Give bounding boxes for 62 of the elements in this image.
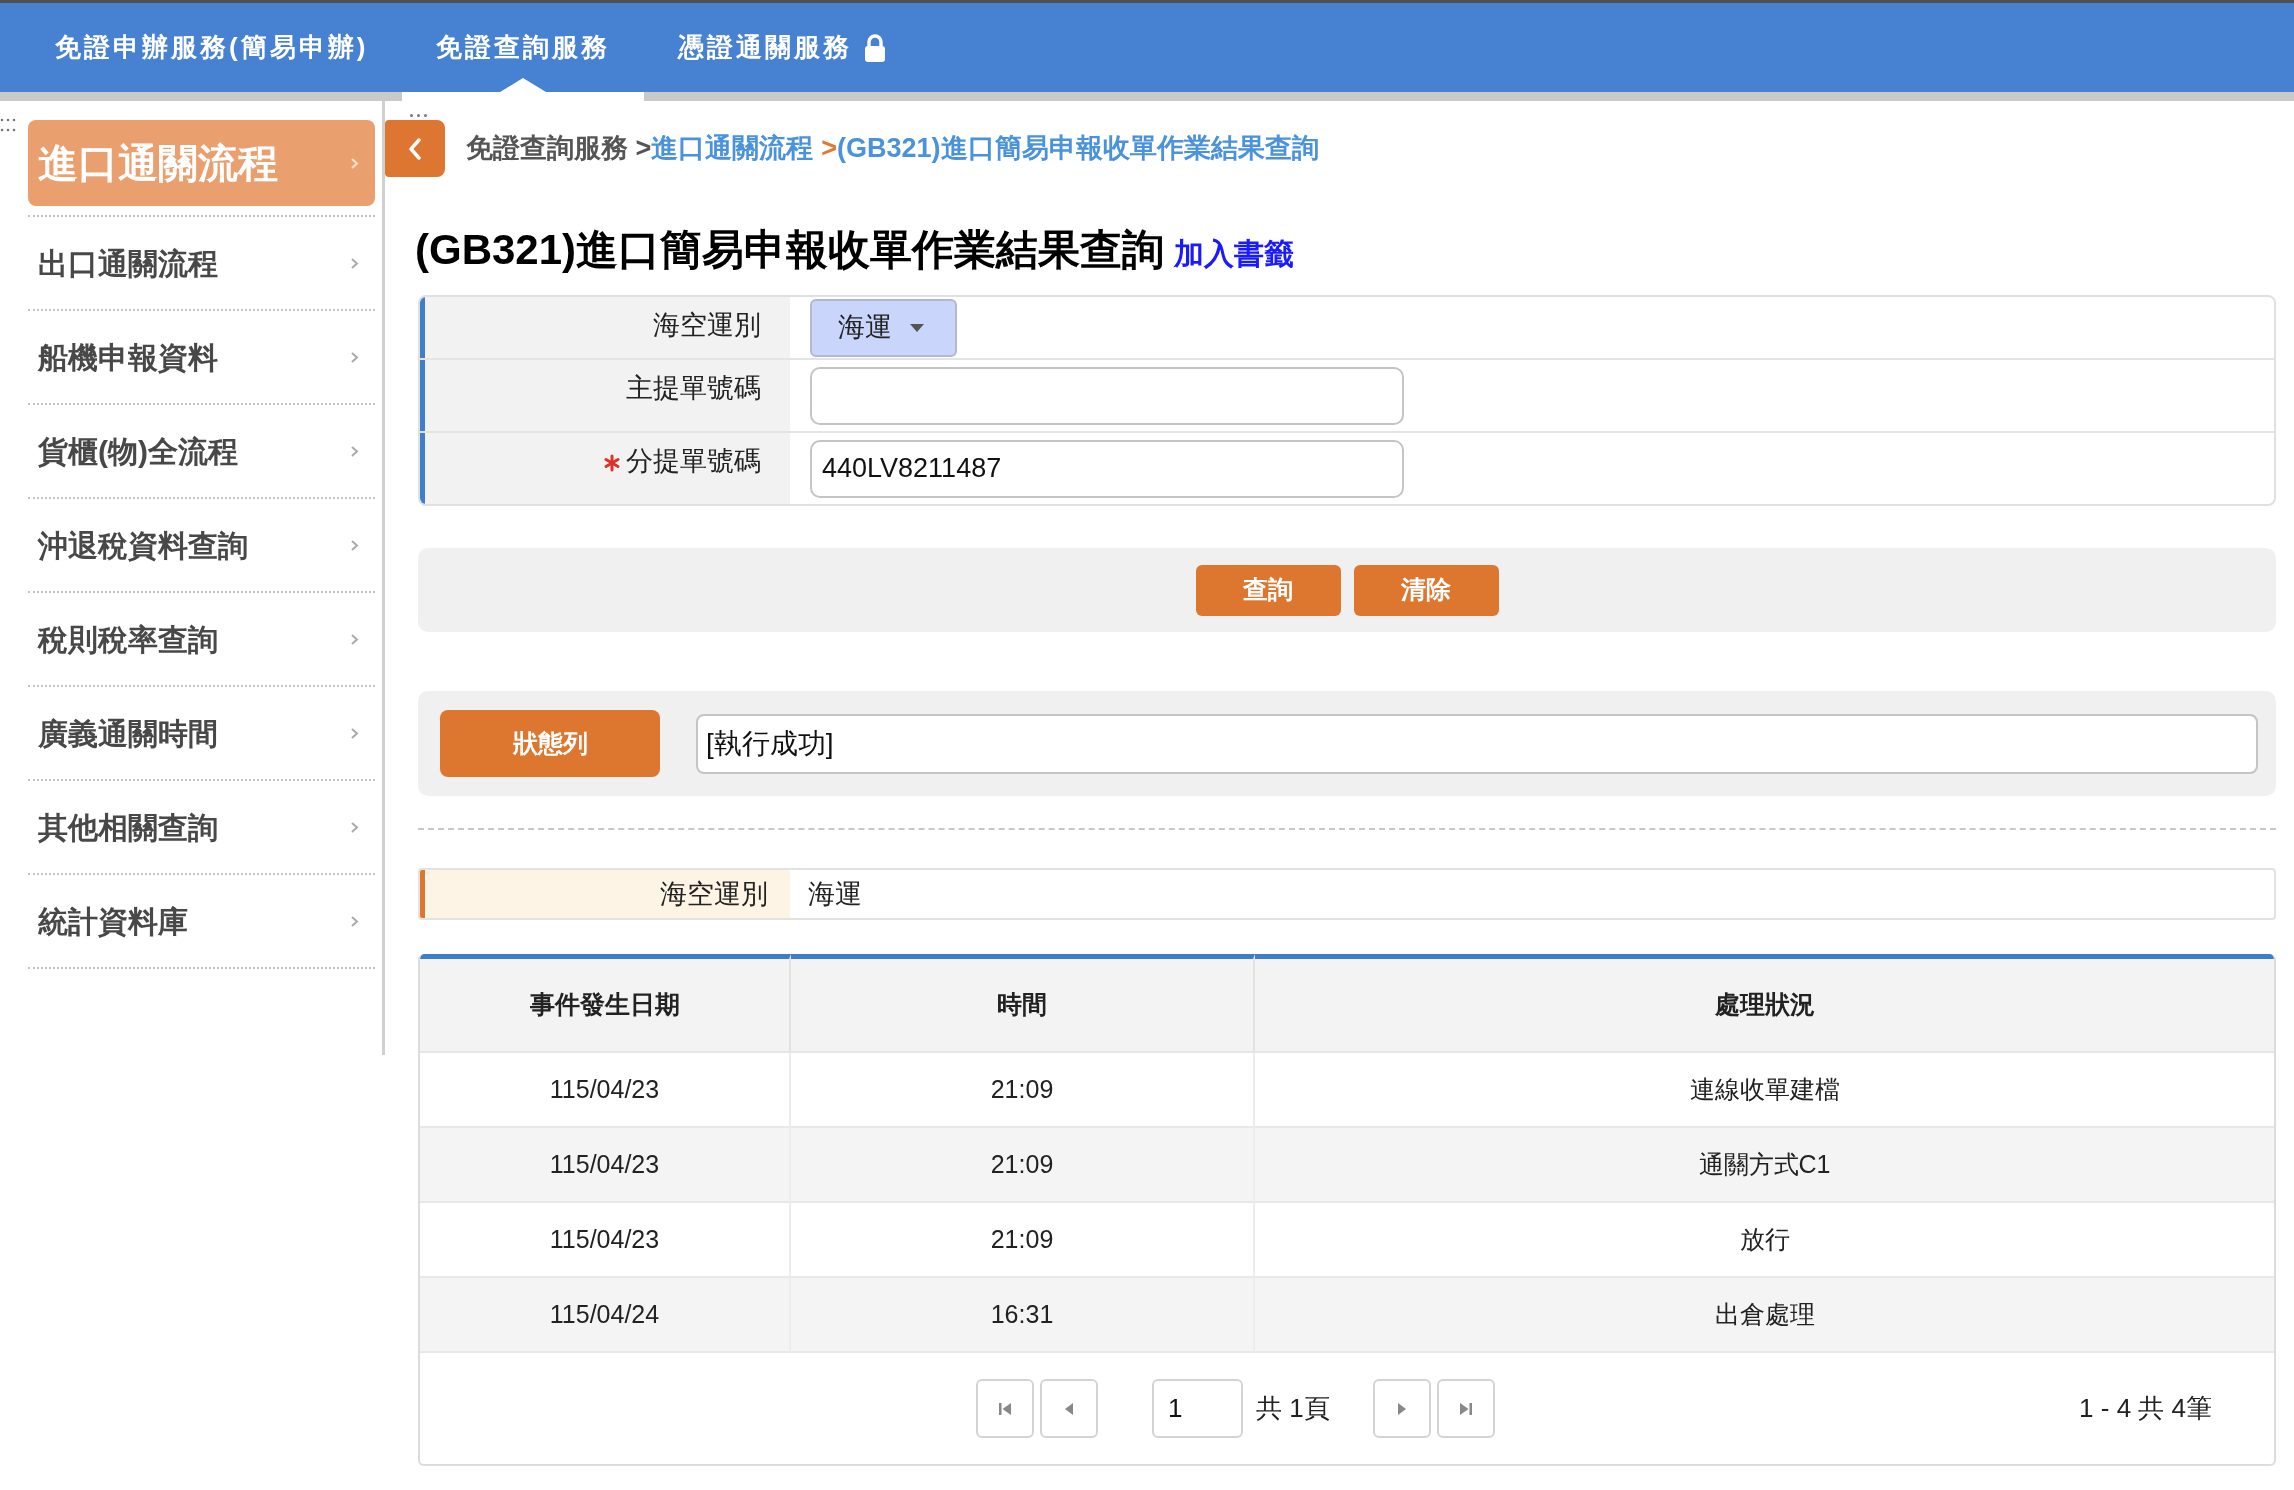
drag-handle-icon[interactable] <box>0 118 16 132</box>
back-button[interactable] <box>385 120 445 177</box>
chevron-right-icon <box>350 444 359 458</box>
chevron-right-icon <box>350 350 359 364</box>
record-count-text: 1 - 4 共 4筆 <box>2079 1392 2212 1425</box>
table-cell: 21:09 <box>791 1128 1255 1203</box>
field-label: 主提單號碼 <box>626 372 761 405</box>
table-cell: 115/04/23 <box>420 1053 791 1128</box>
first-page-icon <box>998 1401 1012 1416</box>
table-cell: 115/04/23 <box>420 1128 791 1203</box>
sidebar-item[interactable]: 出口通關流程 <box>28 217 375 309</box>
nav-tab[interactable]: 免證查詢服務 <box>402 3 645 101</box>
page-number-field[interactable]: 1 <box>1152 1379 1243 1438</box>
sidebar-item[interactable]: 統計資料庫 <box>28 875 375 967</box>
bookmark-link[interactable]: 加入書籤 <box>1174 231 1295 276</box>
chevron-right-icon <box>350 156 359 170</box>
drag-handle-icon[interactable] <box>409 113 428 118</box>
nav-tab[interactable]: 憑證通關服務 <box>644 3 921 101</box>
breadcrumb-separator: > <box>821 132 838 166</box>
select-dropdown[interactable]: 海運 <box>810 298 957 357</box>
sidebar-item[interactable]: 稅則稅率查詢 <box>28 593 375 685</box>
field-label: 海空運別 <box>653 309 761 342</box>
breadcrumb-text: 免證查詢服務 > <box>466 132 652 166</box>
text-input-field[interactable]: 440LV8211487 <box>810 439 1404 498</box>
table-cell: 115/04/24 <box>420 1278 791 1353</box>
field-value: 海運 <box>808 877 862 911</box>
lock-icon <box>864 33 887 62</box>
chevron-right-icon <box>350 256 359 270</box>
chevron-right-icon <box>350 538 359 552</box>
chevron-right-icon <box>350 914 359 928</box>
status-field[interactable]: [執行成功] <box>696 713 2258 774</box>
field-label: 分提單號碼 <box>626 445 761 478</box>
nav-tab[interactable]: 免證申辦服務(簡易申辦) <box>21 3 403 101</box>
previous-page-button[interactable] <box>1040 1379 1098 1438</box>
tab-pointer-icon <box>500 78 547 92</box>
table-cell: 16:31 <box>791 1278 1255 1353</box>
page-title: (GB321)進口簡易申報收單作業結果查詢 <box>415 225 1165 275</box>
last-page-button[interactable] <box>1436 1379 1495 1438</box>
sidebar-item[interactable]: 貨櫃(物)全流程 <box>28 405 375 497</box>
column-header[interactable]: 處理狀況 <box>1255 954 2274 1053</box>
table-cell: 通關方式C1 <box>1255 1128 2274 1203</box>
table-cell: 21:09 <box>791 1203 1255 1278</box>
sidebar-item[interactable]: 沖退稅資料查詢 <box>28 499 375 591</box>
page-count-text: 共 1頁 <box>1256 1392 1330 1425</box>
caret-down-icon <box>910 323 924 332</box>
column-header[interactable]: 時間 <box>791 954 1255 1053</box>
first-page-button[interactable] <box>976 1379 1034 1438</box>
field-label: 海空運別 <box>660 877 768 911</box>
sidebar-item[interactable]: 船機申報資料 <box>28 311 375 403</box>
chevron-left-icon <box>408 137 422 160</box>
table-cell: 21:09 <box>791 1053 1255 1128</box>
next-page-button[interactable] <box>1372 1379 1431 1438</box>
last-page-icon <box>1458 1401 1473 1416</box>
chevron-right-icon <box>350 632 359 646</box>
chevron-right-icon <box>350 820 359 834</box>
text-input-field[interactable] <box>810 366 1404 425</box>
column-header[interactable]: 事件發生日期 <box>420 954 791 1053</box>
table-cell: 出倉處理 <box>1255 1278 2274 1353</box>
chevron-right-icon <box>350 726 359 740</box>
sidebar-item[interactable]: 其他相關查詢 <box>28 781 375 873</box>
sidebar-item[interactable]: 廣義通關時間 <box>28 687 375 779</box>
table-cell: 115/04/23 <box>420 1203 791 1278</box>
